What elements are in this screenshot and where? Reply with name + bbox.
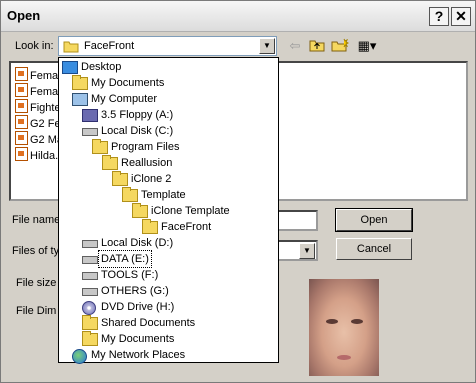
look-in-value: FaceFront — [84, 40, 135, 52]
dropdown-item[interactable]: TOOLS (F:) — [59, 267, 278, 283]
dropdown-item-label: My Documents — [91, 77, 165, 89]
folder-icon — [122, 187, 138, 202]
folder-icon — [132, 203, 148, 218]
cd-drive-icon — [82, 288, 98, 296]
cd-drive-icon — [82, 272, 98, 280]
file-size-label: File size — [16, 277, 57, 289]
dropdown-item[interactable]: Reallusion — [59, 155, 278, 171]
dropdown-item-label: Desktop — [81, 61, 122, 73]
drive-icon — [82, 240, 98, 248]
file-name: Fighte — [30, 102, 61, 114]
dropdown-item-label: iClone Template — [151, 205, 230, 217]
dropdown-item-label: DATA (E:) — [98, 250, 152, 268]
dropdown-item[interactable]: My Computer — [59, 91, 278, 107]
file-icon — [15, 147, 28, 161]
look-in-combobox[interactable]: FaceFront ▼ — [58, 36, 277, 56]
new-folder-icon[interactable] — [331, 38, 350, 54]
file-name: Femal — [30, 70, 61, 82]
dropdown-item-label: iClone 2 — [131, 173, 172, 185]
dropdown-item[interactable]: iClone 2 — [59, 171, 278, 187]
dropdown-item-label: FaceFront — [161, 221, 212, 233]
drive-icon — [82, 128, 98, 136]
open-dialog: Open ? ✕ Look in: FaceFront ▼ ⇦ ▦▾ Femal… — [0, 0, 476, 383]
chevron-down-icon[interactable]: ▼ — [299, 243, 315, 259]
file-icon — [15, 115, 28, 129]
look-in-dropdown-list[interactable]: Desktop My Documents My Computer 3.5 Floppy… — [58, 57, 279, 364]
folder-icon — [72, 75, 88, 90]
dropdown-item-label: DVD Drive (H:) — [101, 301, 175, 313]
close-button[interactable]: ✕ — [451, 7, 471, 26]
folder-icon — [82, 315, 98, 330]
list-item[interactable]: Fighte — [15, 99, 61, 115]
back-icon[interactable]: ⇦ — [286, 38, 304, 54]
folder-icon — [63, 40, 79, 56]
face-preview-image — [309, 279, 379, 376]
computer-icon — [72, 93, 88, 106]
list-item[interactable]: Femal — [15, 83, 61, 99]
dropdown-item-label: My Network Places — [91, 349, 186, 361]
dialog-title: Open — [7, 8, 41, 23]
cancel-button[interactable]: Cancel — [336, 238, 412, 260]
dvd-icon — [82, 301, 96, 315]
file-name-label: File name — [12, 214, 61, 226]
floppy-icon — [82, 109, 98, 122]
dropdown-item-label: Template — [141, 189, 186, 201]
file-icon — [15, 67, 28, 81]
file-name: Femal — [30, 86, 61, 98]
dropdown-item-label: Local Disk (C:) — [101, 125, 174, 137]
dropdown-item-label: My Computer — [91, 93, 158, 105]
dropdown-item[interactable]: My Network Places — [59, 347, 278, 364]
network-icon — [72, 349, 87, 364]
dropdown-item-label: TOOLS (F:) — [101, 269, 159, 281]
look-in-label: Look in: — [15, 40, 54, 52]
dropdown-item[interactable]: FaceFront — [59, 219, 278, 235]
dropdown-item[interactable]: iClone Template — [59, 203, 278, 219]
folder-icon — [142, 219, 158, 234]
dropdown-item[interactable]: OTHERS (G:) — [59, 283, 278, 299]
face-eye-right — [351, 319, 363, 324]
folder-icon — [102, 155, 118, 170]
face-lips — [337, 355, 351, 360]
dropdown-item[interactable]: Local Disk (D:) — [59, 235, 278, 251]
dropdown-item-label: My Documents — [101, 333, 175, 345]
dropdown-item-label: Shared Documents — [101, 317, 196, 329]
dropdown-item[interactable]: Shared Documents — [59, 315, 278, 331]
dropdown-item[interactable]: Desktop — [59, 59, 278, 75]
folder-icon — [82, 331, 98, 346]
folder-icon — [112, 171, 128, 186]
chevron-down-icon[interactable]: ▼ — [259, 38, 275, 54]
dropdown-item[interactable]: Local Disk (C:) — [59, 123, 278, 139]
file-icon — [15, 131, 28, 145]
dropdown-item[interactable]: My Documents — [59, 331, 278, 347]
cd-drive-icon — [82, 256, 98, 264]
up-folder-icon[interactable] — [308, 38, 326, 54]
title-bar: Open ? ✕ — [1, 1, 475, 32]
file-icon — [15, 99, 28, 113]
view-menu-icon[interactable]: ▦▾ — [355, 38, 379, 54]
face-eye-left — [326, 319, 338, 324]
list-item[interactable]: G2 Fe — [15, 115, 61, 131]
open-button[interactable]: Open — [335, 208, 413, 232]
dropdown-item[interactable]: Program Files — [59, 139, 278, 155]
dropdown-item[interactable]: DVD Drive (H:) — [59, 299, 278, 315]
desktop-icon — [62, 61, 78, 74]
file-name: G2 Fe — [30, 118, 61, 130]
list-item[interactable]: G2 Ma — [15, 131, 63, 147]
list-item[interactable]: Femal — [15, 67, 61, 83]
dropdown-item-label: 3.5 Floppy (A:) — [101, 109, 174, 121]
folder-icon — [92, 139, 108, 154]
dropdown-item-label: OTHERS (G:) — [101, 285, 169, 297]
file-icon — [15, 83, 28, 97]
dropdown-item-label: Reallusion — [121, 157, 173, 169]
dropdown-item[interactable]: 3.5 Floppy (A:) — [59, 107, 278, 123]
dropdown-item-label: Program Files — [111, 141, 180, 153]
dropdown-item[interactable]: DATA (E:) — [59, 250, 278, 268]
dropdown-item[interactable]: My Documents — [59, 75, 278, 91]
list-item[interactable]: Hilda.1 — [15, 147, 64, 163]
file-dim-label: File Dim — [16, 305, 57, 317]
dropdown-item[interactable]: Template — [59, 187, 278, 203]
dropdown-item-label: Local Disk (D:) — [101, 237, 174, 249]
help-button[interactable]: ? — [429, 7, 449, 26]
